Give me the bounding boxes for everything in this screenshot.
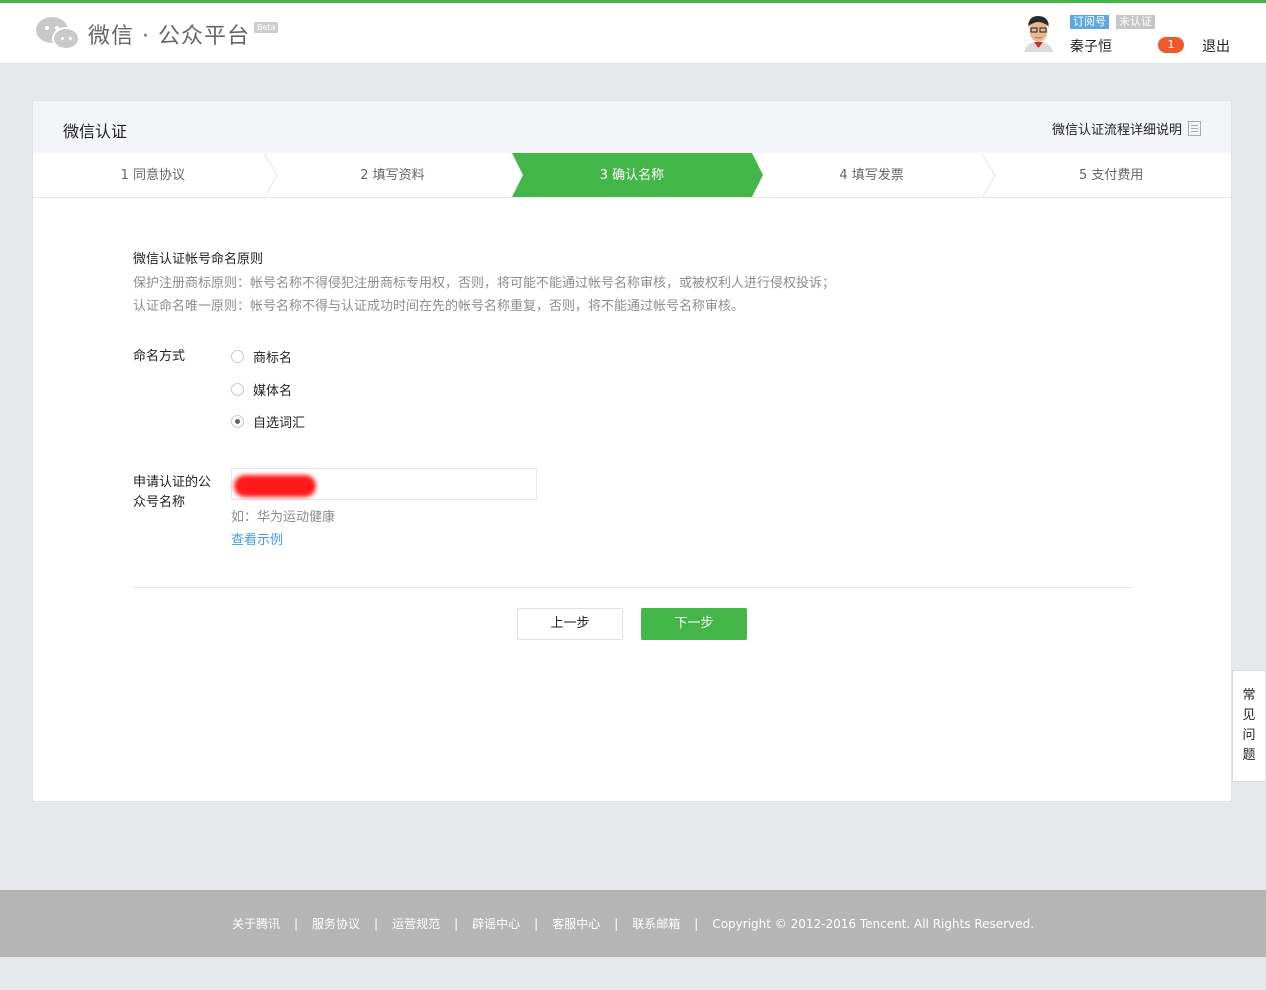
radio-custom-words[interactable]: 自选词汇 <box>231 412 305 431</box>
footer-separator: | <box>694 916 699 931</box>
step-separator-icon <box>981 153 996 198</box>
radio-label: 媒体名 <box>253 384 293 399</box>
username[interactable]: 秦子恒 <box>1070 36 1112 56</box>
account-name-row: 申请认证的公 众号名称 如：华为运动健康 查看示例 <box>133 468 553 563</box>
account-type-tag: 订阅号 <box>1070 15 1109 29</box>
footer-link-service-center[interactable]: 客服中心 <box>552 915 600 932</box>
step-label: 1 同意协议 <box>120 168 185 183</box>
wechat-logo-icon <box>36 15 82 53</box>
faq-char: 常 <box>1242 688 1256 703</box>
naming-rules-title: 微信认证帐号命名原则 <box>133 252 264 267</box>
step-3-active: 3 确认名称 <box>512 153 763 197</box>
verification-panel: 微信认证 微信认证流程详细说明 1 同意协议 2 填写资料 3 确认名称 4 填… <box>32 100 1232 802</box>
form-divider <box>133 587 1133 588</box>
step-label: 4 填写发票 <box>839 168 904 183</box>
footer-separator: | <box>293 916 299 931</box>
logout-link[interactable]: 退出 <box>1202 36 1230 56</box>
page-title: 微信认证 <box>63 122 128 141</box>
footer-link-agreement[interactable]: 服务协议 <box>312 915 360 932</box>
footer-separator: | <box>614 916 619 931</box>
step-5: 5 支付费用 <box>991 153 1231 197</box>
step-4: 4 填写发票 <box>752 153 996 198</box>
prev-step-button[interactable]: 上一步 <box>517 608 623 640</box>
footer-separator: | <box>534 916 539 931</box>
radio-label: 商标名 <box>253 351 293 366</box>
account-name-input[interactable] <box>231 468 537 500</box>
step-label: 3 确认名称 <box>599 168 665 183</box>
naming-rule-trademark: 保护注册商标原则：帐号名称不得侵犯注册商标专用权，否则，将可能不能通过帐号名称审… <box>133 276 836 291</box>
radio-checked-icon[interactable] <box>231 415 244 428</box>
top-header: 微信 · 公众平台 Beta 订阅号 未认证 秦子恒 1 退出 <box>0 0 1266 64</box>
document-icon <box>1188 121 1201 136</box>
account-name-hint: 如：华为运动健康 <box>231 510 336 525</box>
form-content: 微信认证帐号命名原则 保护注册商标原则：帐号名称不得侵犯注册商标专用权，否则，将… <box>133 251 1133 548</box>
step-label: 5 支付费用 <box>1078 168 1144 183</box>
footer-link-about[interactable]: 关于腾讯 <box>232 915 280 932</box>
avatar[interactable] <box>1018 12 1058 52</box>
wechat-mp-logo[interactable]: 微信 · 公众平台 Beta <box>36 15 279 53</box>
faq-char: 见 <box>1242 708 1256 723</box>
radio-circle-icon[interactable] <box>231 350 244 363</box>
radio-media[interactable]: 媒体名 <box>231 380 292 399</box>
radio-label: 自选词汇 <box>253 416 306 431</box>
step-separator-icon <box>263 153 278 198</box>
redacted-value <box>234 475 316 497</box>
footer-link-contact-email[interactable]: 联系邮箱 <box>632 915 680 932</box>
step-progress-bar: 1 同意协议 2 填写资料 3 确认名称 4 填写发票 5 支付费用 <box>33 153 1231 198</box>
process-help-link[interactable]: 微信认证流程详细说明 <box>1052 119 1201 138</box>
step-label: 2 填写资料 <box>360 168 425 183</box>
footer-separator: | <box>374 916 379 931</box>
radio-trademark[interactable]: 商标名 <box>231 347 292 366</box>
footer-link-rumor-center[interactable]: 辟谣中心 <box>472 915 520 932</box>
step-1: 1 同意协议 <box>33 153 278 198</box>
panel-header: 微信认证 微信认证流程详细说明 <box>33 101 1231 153</box>
help-link-label: 微信认证流程详细说明 <box>1051 123 1182 138</box>
platform-title: 微信 · 公众平台 <box>88 24 250 49</box>
notification-badge[interactable]: 1 <box>1158 37 1184 53</box>
naming-method-row: 命名方式 <box>133 345 185 367</box>
beta-badge: Beta <box>253 21 279 33</box>
copyright: Copyright © 2012-2016 Tencent. All Right… <box>712 916 1035 931</box>
footer-link-rules[interactable]: 运营规范 <box>392 915 440 932</box>
verify-status-tag: 未认证 <box>1116 15 1155 29</box>
faq-char: 问 <box>1242 728 1256 743</box>
naming-method-label: 命名方式 <box>133 349 186 364</box>
naming-rule-unique: 认证命名唯一原则：帐号名称不得与认证成功时间在先的帐号名称重复，否则，将不能通过… <box>133 299 745 314</box>
view-example-link[interactable]: 查看示例 <box>231 529 283 548</box>
next-step-button[interactable]: 下一步 <box>641 608 747 640</box>
faq-char: 题 <box>1242 748 1256 763</box>
footer: 关于腾讯 | 服务协议 | 运营规范 | 辟谣中心 | 客服中心 | 联系邮箱 … <box>0 890 1266 957</box>
radio-circle-icon[interactable] <box>231 383 244 396</box>
footer-separator: | <box>454 916 459 931</box>
step-2: 2 填写资料 <box>273 153 513 197</box>
faq-side-tab[interactable]: 常 见 问 题 <box>1232 670 1265 782</box>
